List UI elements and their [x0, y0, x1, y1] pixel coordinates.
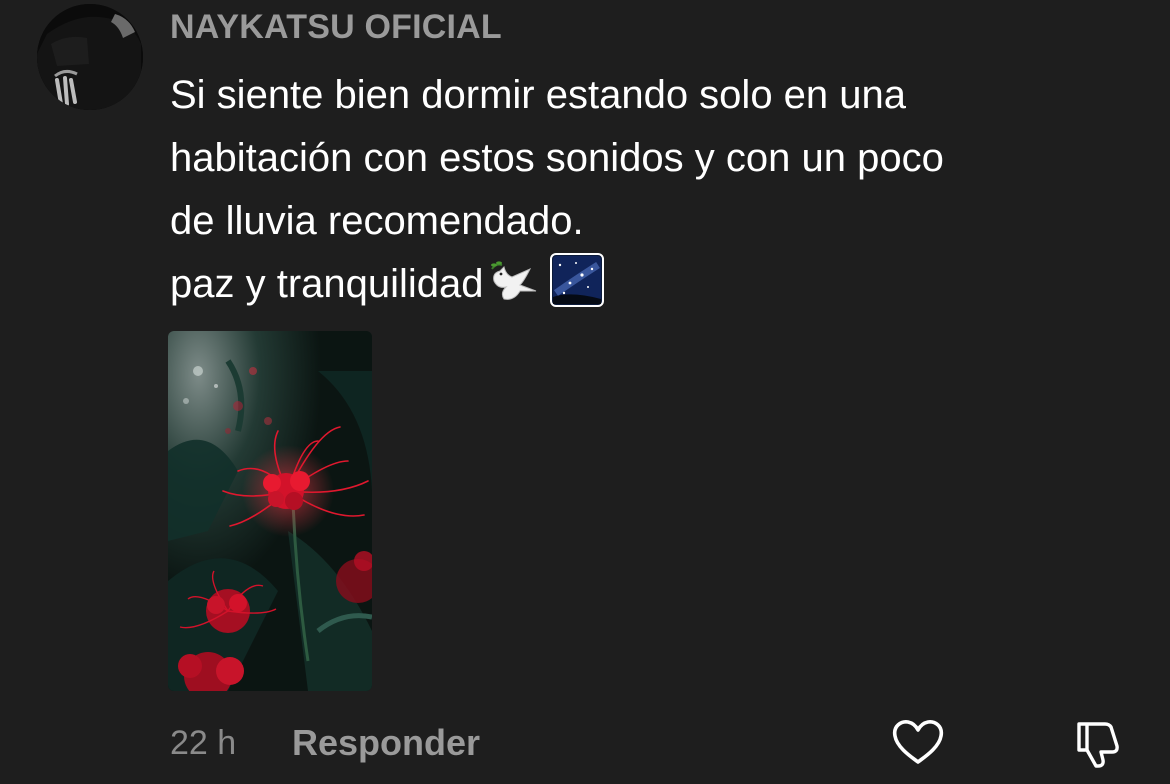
heart-outline-icon[interactable] — [891, 718, 945, 768]
comment-line-last: paz y tranquilidad — [170, 253, 1150, 326]
username[interactable]: NAYKATSU OFICIAL — [170, 8, 502, 47]
red-spider-lily-photo — [168, 331, 372, 691]
reply-button[interactable]: Responder — [292, 722, 480, 764]
dove-icon — [490, 261, 542, 324]
comment-line-text: paz y tranquilidad — [170, 262, 484, 306]
avatar-image — [37, 4, 143, 110]
milky-way-icon — [549, 253, 604, 326]
comment-text: Si siente bien dormir estando solo en un… — [170, 64, 1150, 326]
avatar[interactable] — [37, 4, 143, 110]
timestamp: 22 h — [170, 724, 237, 762]
comment-line: de lluvia recomendado. — [170, 199, 584, 243]
thumbs-down-outline-icon[interactable] — [1071, 718, 1125, 768]
comment-line: Si siente bien dormir estando solo en un… — [170, 73, 907, 117]
comment-line: habitación con estos sonidos y con un po… — [170, 136, 944, 180]
attached-image[interactable] — [168, 331, 372, 691]
comment-footer: 22 h Responder — [0, 718, 1170, 768]
